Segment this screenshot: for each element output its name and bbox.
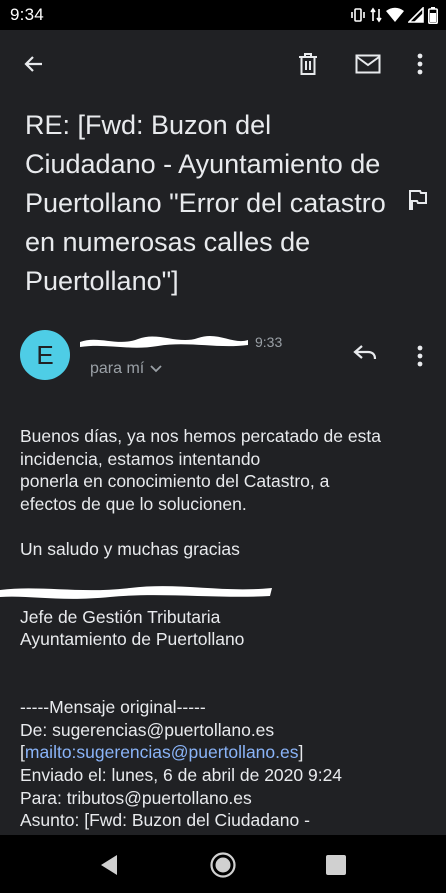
original-subject: Asunto: [Fwd: Buzon del Ciudadano - [20, 810, 310, 831]
nav-home-icon [210, 852, 236, 878]
message-more-button[interactable] [404, 340, 436, 372]
nav-back-icon [101, 855, 117, 875]
data-arrows-icon [370, 7, 382, 23]
status-icons [350, 6, 438, 24]
signature-name-redaction [0, 586, 272, 599]
original-message-header: -----Mensaje original----- [20, 697, 206, 718]
mark-unread-button[interactable] [352, 48, 384, 80]
flag-icon [409, 190, 427, 210]
original-sent: Enviado el: lunes, 6 de abril de 2020 9:… [20, 764, 343, 785]
back-arrow-icon [24, 56, 42, 72]
battery-icon [428, 6, 438, 24]
greeting: Un saludo y muchas gracias [20, 538, 240, 559]
body-line: incidencia, estamos intentando [20, 448, 261, 469]
nav-recents-icon [326, 855, 346, 875]
mailto-line: [mailto:sugerencias@puertollano.es] [20, 742, 304, 763]
recipient-label: para mí [90, 360, 145, 377]
nav-recents-button[interactable] [325, 854, 347, 876]
signal-icon [408, 7, 424, 23]
reply-button[interactable] [352, 340, 384, 372]
more-vert-icon [417, 345, 423, 367]
original-from: De: sugerencias@puertollano.es [20, 719, 275, 740]
delete-button[interactable] [292, 48, 324, 80]
sender-name-redaction [80, 335, 248, 348]
wifi-icon [386, 7, 404, 23]
system-nav-bar [0, 835, 446, 893]
body-line: efectos de que lo solucionen. [20, 493, 247, 514]
email-time: 9:33 [255, 334, 283, 350]
nav-home-button[interactable] [209, 851, 237, 879]
mailto-link[interactable]: mailto:sugerencias@puertollano.es [25, 742, 299, 762]
more-vert-icon [417, 53, 423, 75]
importance-button[interactable] [404, 188, 432, 216]
body-line: Buenos días, ya nos hemos percatado de e… [20, 426, 381, 446]
delete-icon [299, 53, 317, 75]
signature-org: Ayuntamiento de Puertollano [20, 629, 245, 650]
recipient-details-toggle[interactable]: para mí [90, 360, 162, 378]
status-time: 9:34 [10, 5, 44, 24]
sender-avatar[interactable]: E [20, 330, 70, 380]
body-line: ponerla en conocimiento del Catastro, a [20, 471, 330, 492]
back-button[interactable] [18, 48, 50, 80]
signature-title: Jefe de Gestión Tributaria [20, 606, 221, 627]
nav-back-button[interactable] [96, 852, 122, 878]
email-subject: RE: [Fwd: Buzon del Ciudadano - Ayuntami… [25, 110, 386, 296]
original-to: Para: tributos@puertollano.es [20, 787, 252, 808]
mark-unread-icon [355, 54, 381, 74]
more-options-button[interactable] [404, 48, 436, 80]
email-body: Buenos días, ya nos hemos percatado de e… [20, 425, 430, 832]
chevron-down-icon [150, 365, 162, 373]
vibrate-icon [351, 8, 365, 22]
reply-icon [353, 345, 377, 360]
status-bar: 9:34 [0, 0, 446, 30]
